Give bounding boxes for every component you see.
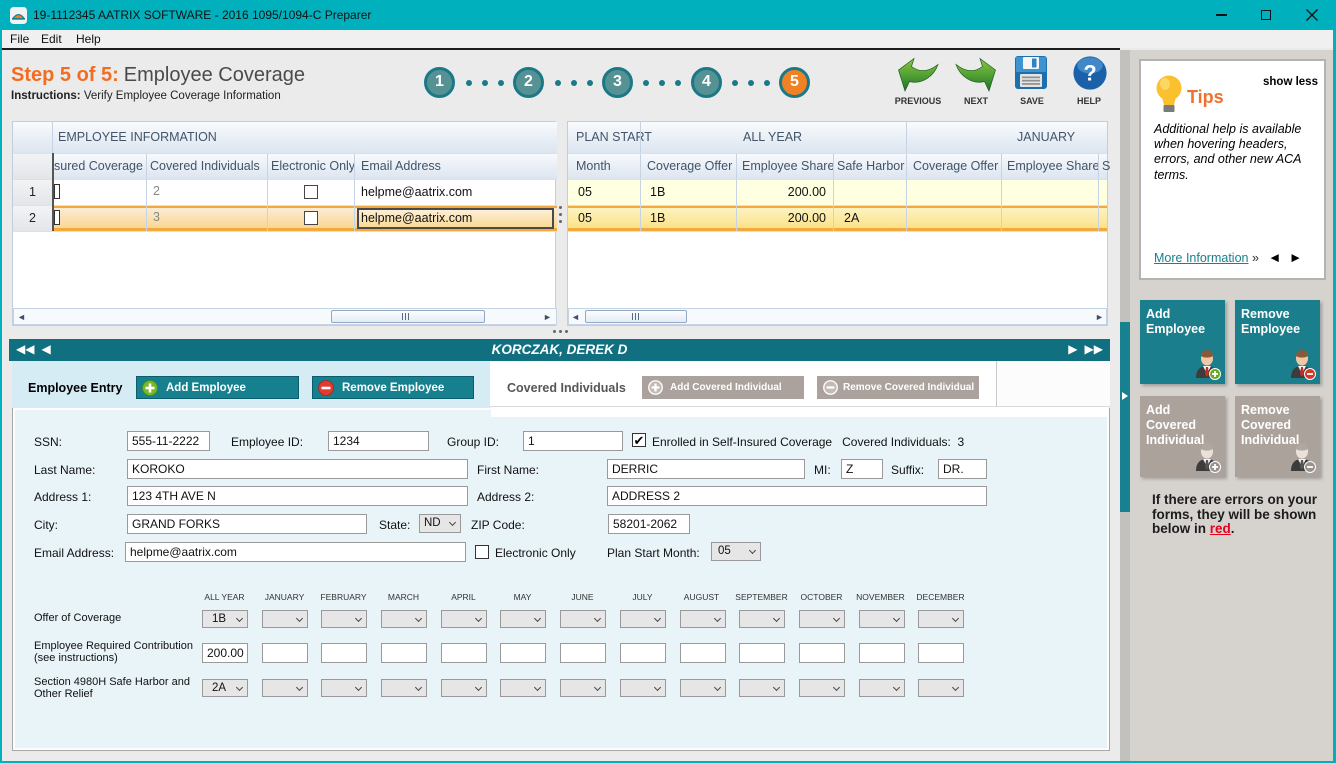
svg-text:?: ?	[1083, 61, 1096, 86]
